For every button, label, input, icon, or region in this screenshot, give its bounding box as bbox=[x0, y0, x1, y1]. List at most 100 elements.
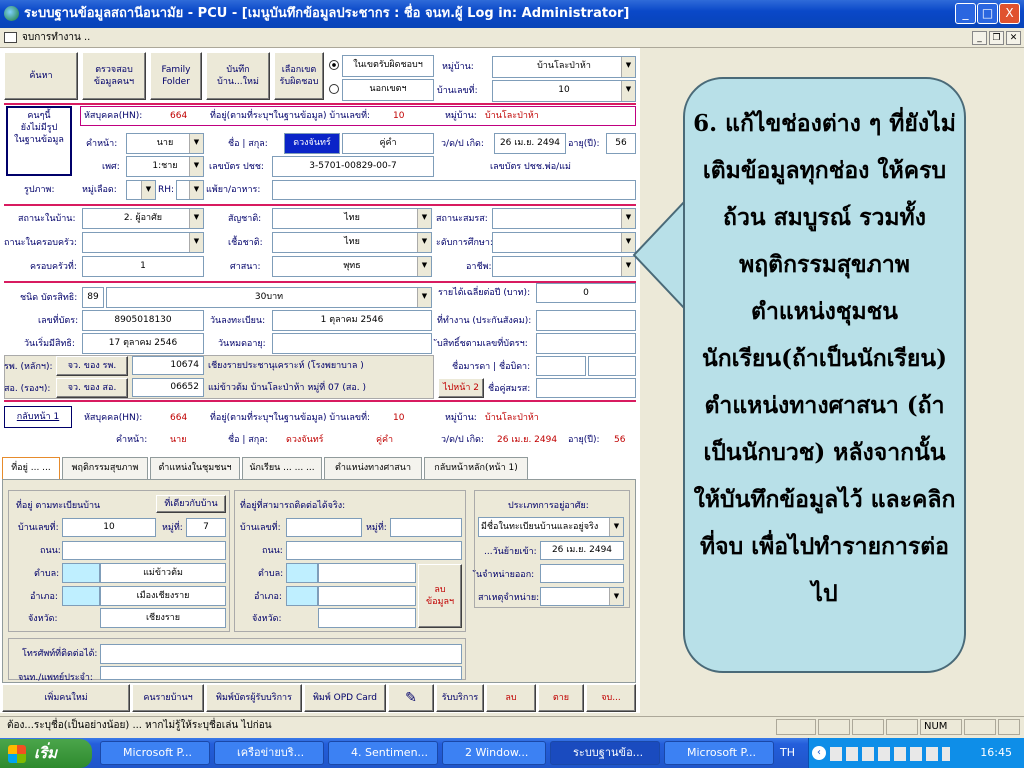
family-status-select[interactable]: ▼ bbox=[82, 232, 204, 253]
house-no-select[interactable]: 10 ▼ bbox=[492, 80, 636, 102]
chevron-down-icon[interactable]: ▼ bbox=[141, 181, 155, 199]
reg-date-input[interactable]: 1 ตุลาคม 2546 bbox=[272, 310, 432, 331]
search-button[interactable]: ค้นหา bbox=[4, 52, 78, 100]
house-list-button[interactable]: คนรายบ้านฯ bbox=[132, 684, 204, 712]
family-no-input[interactable]: 1 bbox=[82, 256, 204, 277]
rights-code-input[interactable]: 89 bbox=[82, 287, 104, 308]
workplace-input[interactable] bbox=[536, 310, 636, 331]
income-input[interactable]: 0 bbox=[536, 283, 636, 303]
chevron-down-icon[interactable]: ▼ bbox=[417, 209, 431, 228]
main-hosp-province-button[interactable]: จว. ของ รพ. bbox=[56, 356, 128, 376]
phone-input[interactable] bbox=[100, 644, 462, 664]
expire-input[interactable] bbox=[272, 333, 432, 354]
end-button[interactable]: จบ... bbox=[586, 684, 636, 712]
reg-road-input[interactable] bbox=[62, 541, 226, 560]
back-page1-button[interactable]: กลับหน้า 1 bbox=[4, 406, 72, 428]
tray-icons[interactable] bbox=[830, 747, 950, 761]
select-area-button[interactable]: เลือกเขต รับผิดชอบ bbox=[274, 52, 324, 100]
reg-province-input[interactable]: เชียงราย bbox=[100, 608, 226, 628]
mdi-minimize-icon[interactable]: _ bbox=[972, 31, 987, 45]
first-name-input[interactable]: ดวงจันทร์ bbox=[284, 133, 340, 154]
sex-select[interactable]: 1:ชาย ▼ bbox=[126, 156, 204, 177]
allergy-input[interactable] bbox=[272, 180, 636, 200]
close-button[interactable]: X bbox=[999, 3, 1020, 24]
contact-person-input[interactable] bbox=[100, 666, 462, 680]
contact-amphoe-code[interactable] bbox=[286, 586, 318, 606]
chevron-down-icon[interactable]: ▼ bbox=[609, 588, 623, 605]
father-input[interactable] bbox=[588, 356, 636, 376]
print-opd-button[interactable]: พิมพ์ OPD Card bbox=[304, 684, 386, 712]
death-button[interactable]: ตาย bbox=[538, 684, 584, 712]
save-house-button[interactable]: บันทึก บ้าน...ใหม่ bbox=[206, 52, 270, 100]
maximize-button[interactable]: □ bbox=[977, 3, 998, 24]
mdi-restore-icon[interactable]: ❐ bbox=[989, 31, 1004, 45]
reg-house-input[interactable]: 10 bbox=[62, 518, 156, 537]
main-hosp-code[interactable]: 10674 bbox=[132, 356, 204, 375]
chevron-down-icon[interactable]: ▼ bbox=[621, 81, 635, 101]
contact-house-input[interactable] bbox=[286, 518, 362, 537]
check-person-button[interactable]: ตรวจสอบ ข้อมูลคนฯ bbox=[82, 52, 146, 100]
mother-input[interactable] bbox=[536, 356, 586, 376]
home-status-select[interactable]: 2. ผู้อาศัย ▼ bbox=[82, 208, 204, 229]
job-select[interactable]: ▼ bbox=[492, 256, 636, 277]
radio-in-area[interactable] bbox=[329, 60, 339, 70]
reg-tambon-input[interactable]: แม่ข้าวต้ม bbox=[100, 563, 226, 583]
task-network[interactable]: เครือข่ายบริ... bbox=[214, 741, 324, 765]
contact-tambon-code[interactable] bbox=[286, 563, 318, 583]
chevron-down-icon[interactable]: ▼ bbox=[609, 518, 623, 536]
nationality-select[interactable]: ไทย ▼ bbox=[272, 208, 432, 229]
tab-community-position[interactable]: ตำแหน่งในชุมชนฯ bbox=[150, 457, 240, 479]
discharge-date-input[interactable] bbox=[540, 564, 624, 583]
tab-student[interactable]: นักเรียน ... ... ... bbox=[242, 457, 322, 479]
edit-pencil-button[interactable]: ✎ bbox=[388, 684, 434, 712]
tab-address[interactable]: ที่อยู่ ... ... bbox=[2, 457, 60, 479]
minimize-button[interactable]: _ bbox=[955, 3, 976, 24]
marital-select[interactable]: ▼ bbox=[492, 208, 636, 229]
religion-select[interactable]: พุทธ ▼ bbox=[272, 256, 432, 277]
tab-health-behavior[interactable]: พฤติกรรมสุขภาพ bbox=[62, 457, 148, 479]
alt-hosp-code[interactable]: 06652 bbox=[132, 378, 204, 397]
task-sentiment[interactable]: 4. Sentimen... bbox=[328, 741, 438, 765]
age-input[interactable]: 56 bbox=[606, 133, 636, 154]
reg-amphoe-input[interactable]: เมืองเชียงราย bbox=[100, 586, 226, 606]
rights-type-select[interactable]: 30บาท ▼ bbox=[106, 287, 432, 308]
task-windows-group[interactable]: 2 Window... bbox=[442, 741, 546, 765]
reg-amphoe-code[interactable] bbox=[62, 586, 100, 606]
start-date-input[interactable]: 17 ตุลาคม 2546 bbox=[82, 333, 204, 354]
discharge-reason-select[interactable]: ▼ bbox=[540, 587, 624, 606]
delete-address-button[interactable]: ลบ ข้อมูลฯ bbox=[418, 564, 462, 628]
blood-select[interactable]: ▼ bbox=[126, 180, 156, 200]
move-in-input[interactable]: 26 เม.ย. 2494 bbox=[540, 541, 624, 560]
last-name-input[interactable]: คู่คำ bbox=[342, 133, 434, 154]
chevron-down-icon[interactable]: ▼ bbox=[189, 157, 203, 176]
chevron-down-icon[interactable]: ▼ bbox=[417, 288, 431, 307]
contact-province-input[interactable] bbox=[318, 608, 416, 628]
next-page-button[interactable]: ไปหน้า 2 bbox=[438, 378, 484, 398]
tab-back-main[interactable]: กลับหน้าหลัก(หน้า 1) bbox=[424, 457, 528, 479]
education-select[interactable]: ▼ bbox=[492, 232, 636, 253]
chevron-down-icon[interactable]: ▼ bbox=[417, 257, 431, 276]
mdi-close-icon[interactable]: ✕ bbox=[1006, 31, 1021, 45]
menu-item-exit[interactable]: จบการทำงาน .. bbox=[22, 32, 90, 43]
rh-select[interactable]: ▼ bbox=[176, 180, 204, 200]
task-powerpoint-2[interactable]: Microsoft P... bbox=[664, 741, 774, 765]
tray-arrow-icon[interactable]: ‹ bbox=[812, 746, 826, 760]
contact-road-input[interactable] bbox=[286, 541, 462, 560]
chevron-down-icon[interactable]: ▼ bbox=[417, 233, 431, 252]
task-powerpoint-1[interactable]: Microsoft P... bbox=[100, 741, 210, 765]
delete-button[interactable]: ลบ bbox=[486, 684, 536, 712]
spouse-input[interactable] bbox=[536, 378, 636, 398]
radio-out-area[interactable] bbox=[329, 84, 339, 94]
id-input[interactable]: 3-5701-00829-00-7 bbox=[272, 156, 434, 177]
reg-tambon-code[interactable] bbox=[62, 563, 100, 583]
task-health-db[interactable]: ระบบฐานข้อ... bbox=[550, 741, 660, 765]
village-select[interactable]: บ้านโละป่าห้า ▼ bbox=[492, 56, 636, 78]
alt-hosp-province-button[interactable]: จว. ของ สอ. bbox=[56, 378, 128, 398]
contact-amphoe-input[interactable] bbox=[318, 586, 416, 606]
prefix-select[interactable]: นาย ▼ bbox=[126, 133, 204, 154]
print-card-button[interactable]: พิมพ์บัตรผู้รับบริการ bbox=[206, 684, 302, 712]
same-as-house-button[interactable]: ที่เดียวกับบ้าน bbox=[156, 495, 226, 513]
residence-select[interactable]: มีชื่อในทะเบียนบ้านและอยู่จริง ▼ bbox=[478, 517, 624, 537]
chevron-down-icon[interactable]: ▼ bbox=[189, 233, 203, 252]
service-button[interactable]: รับบริการ bbox=[436, 684, 484, 712]
